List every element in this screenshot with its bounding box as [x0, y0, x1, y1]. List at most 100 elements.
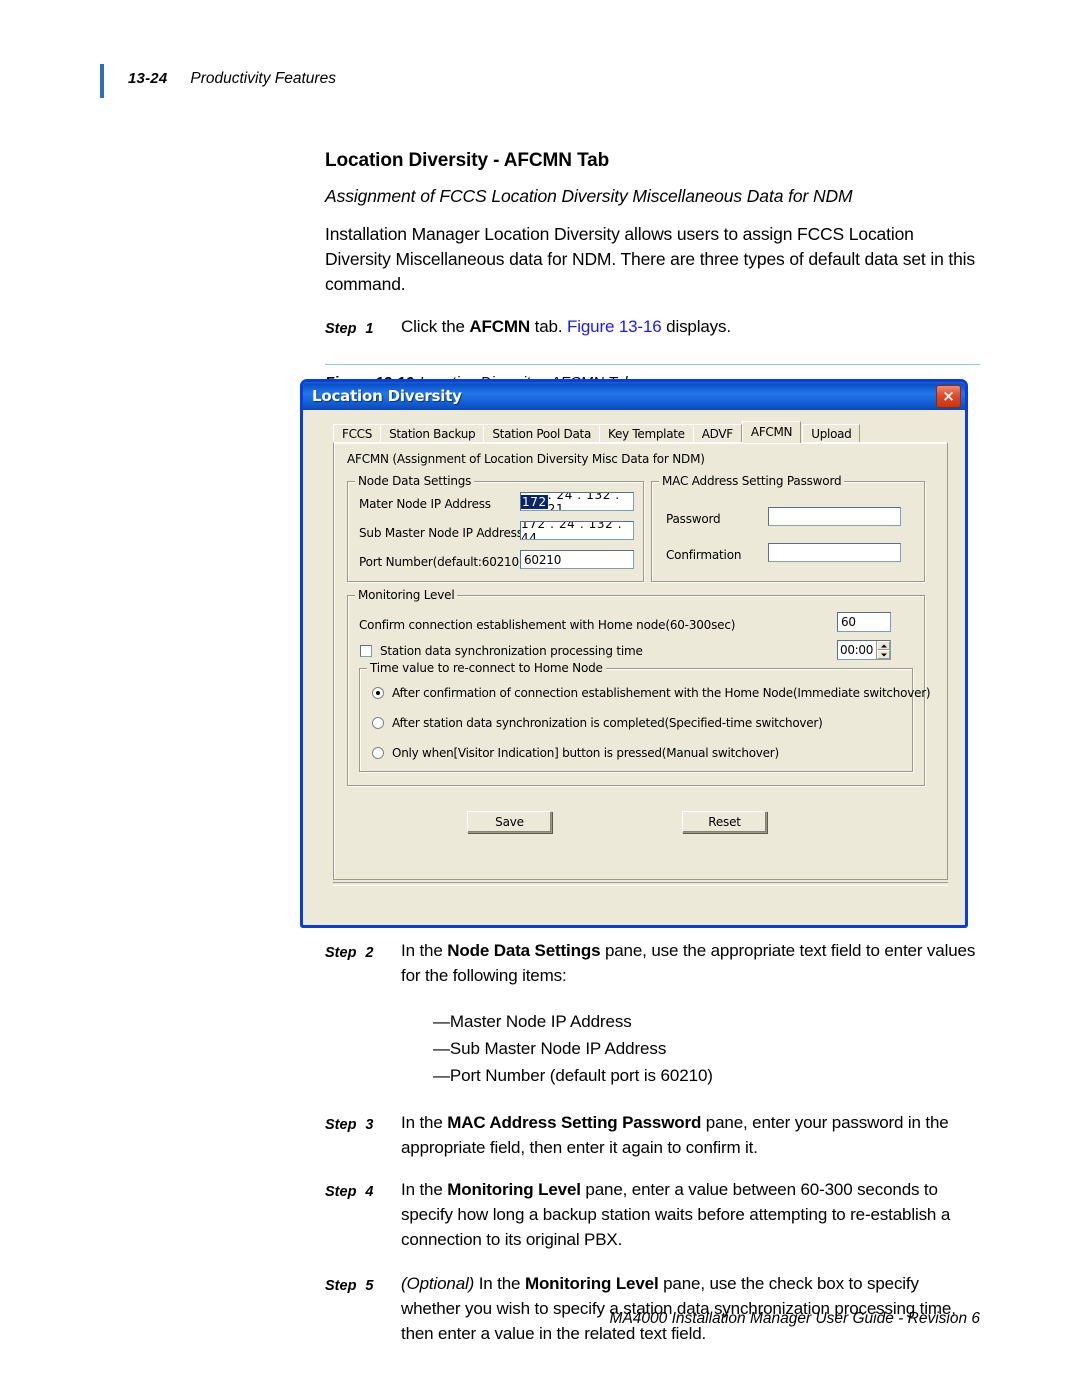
dialog-titlebar[interactable]: Location Diversity ×	[303, 382, 965, 410]
sub-master-node-ip-label: Sub Master Node IP Address	[359, 526, 523, 540]
port-number-label: Port Number(default:60210)	[359, 555, 524, 569]
spinner-up-icon[interactable]	[877, 641, 890, 650]
step-5-bold-term: Monitoring Level	[524, 1274, 659, 1293]
page-number: 13-24	[128, 70, 168, 87]
step-4: Step 4 In the Monitoring Level pane, ente…	[325, 1177, 980, 1252]
dialog-title: Location Diversity	[312, 387, 462, 405]
dialog-client-area: FCCS Station Backup Station Pool Data Ke…	[306, 410, 962, 922]
step-4-number: 4	[365, 1184, 374, 1200]
step-4-text: In the Monitoring Level pane, enter a va…	[401, 1177, 980, 1252]
step-3-text-before: In the	[401, 1113, 448, 1132]
step-1-label: Step 1	[325, 314, 401, 342]
radio-specified-time-switchover[interactable]	[372, 717, 384, 729]
step-5-text-before: In the	[474, 1274, 525, 1293]
list-item: —Port Number (default port is 60210)	[433, 1066, 713, 1085]
station-sync-checkbox[interactable]	[360, 645, 372, 657]
step-3-number: 3	[365, 1117, 374, 1133]
save-button[interactable]: Save	[467, 811, 552, 833]
tabstrip-end-separator	[859, 427, 861, 443]
step-4-text-before: In the	[401, 1180, 448, 1199]
step-3-label: Step 3	[325, 1110, 401, 1160]
step-1-text-after: displays.	[661, 317, 731, 336]
master-node-ip-input[interactable]: 172 . 24 . 132 . 21	[520, 492, 634, 511]
password-label: Password	[666, 512, 721, 526]
intro-paragraph: Installation Manager Location Diversity …	[325, 224, 975, 294]
step-5: Step 5 (Optional) In the Monitoring Level…	[325, 1271, 980, 1346]
steps-block: Step 2 In the Node Data Settings pane, us…	[325, 938, 980, 1346]
step-1-text: Click the AFCMN tab. Figure 13-16 displa…	[401, 314, 980, 342]
spinner-arrows[interactable]	[876, 641, 890, 659]
step-5-number: 5	[365, 1278, 374, 1294]
reset-button[interactable]: Reset	[682, 811, 767, 833]
radio-immediate-switchover-label: After confirmation of connection establi…	[392, 686, 931, 700]
figure-cross-reference-link[interactable]: Figure 13-16	[567, 317, 662, 336]
radio-immediate-switchover[interactable]	[372, 687, 384, 699]
step-2-text: In the Node Data Settings pane, use the …	[401, 938, 980, 1089]
step-5-optional-marker: (Optional)	[401, 1274, 475, 1293]
location-diversity-dialog: Location Diversity × FCCS Station Backup…	[300, 379, 968, 928]
master-node-ip-selected-octet: 172	[521, 494, 548, 509]
monitoring-level-group: Monitoring Level Confirm connection esta…	[347, 588, 931, 786]
list-item: —Sub Master Node IP Address	[433, 1039, 667, 1058]
afcmn-tab-panel: AFCMN (Assignment of Location Diversity …	[333, 442, 948, 880]
step-3-word: Step	[325, 1117, 357, 1133]
station-sync-label: Station data synchronization processing …	[380, 644, 643, 658]
spinner-down-icon[interactable]	[877, 650, 890, 659]
station-sync-time-value: 00:00	[840, 643, 874, 657]
step-5-text: (Optional) In the Monitoring Level pane,…	[401, 1271, 980, 1346]
step-2-label: Step 2	[325, 938, 401, 1089]
tab-key-template[interactable]: Key Template	[599, 424, 694, 443]
step-2-bullet-list: —Master Node IP Address —Sub Master Node…	[401, 1008, 980, 1089]
step-1-text-before: Click the	[401, 317, 470, 336]
step-5-label: Step 5	[325, 1271, 401, 1346]
station-sync-time-spinner[interactable]: 00:00	[837, 640, 891, 660]
step-2-bold-term: Node Data Settings	[447, 941, 601, 960]
tab-station-pool-data[interactable]: Station Pool Data	[483, 424, 601, 443]
master-node-ip-label: Mater Node IP Address	[359, 497, 491, 511]
header-accent-rule	[100, 64, 104, 98]
step-4-label: Step 4	[325, 1177, 401, 1252]
step-4-word: Step	[325, 1184, 357, 1200]
master-node-ip-remainder: . 24 . 132 . 21	[547, 492, 620, 511]
confirmation-input[interactable]	[768, 543, 901, 562]
radio-specified-time-switchover-label: After station data synchronization is co…	[392, 716, 823, 730]
section-subtitle: Assignment of FCCS Location Diversity Mi…	[325, 186, 853, 206]
tab-station-backup[interactable]: Station Backup	[380, 424, 485, 443]
figure-divider-rule	[325, 364, 980, 365]
step-1: Step 1 Click the AFCMN tab. Figure 13-16 …	[325, 314, 980, 342]
step-3-text: In the MAC Address Setting Password pane…	[401, 1110, 980, 1160]
radio-manual-switchover-label: Only when[Visitor Indication] button is …	[392, 746, 779, 760]
step-1-word: Step	[325, 321, 357, 337]
step-2-number: 2	[365, 945, 374, 961]
node-data-settings-legend: Node Data Settings	[355, 474, 475, 488]
list-item: —Master Node IP Address	[433, 1012, 632, 1031]
tab-advf[interactable]: ADVF	[692, 424, 742, 443]
step-5-word: Step	[325, 1278, 357, 1294]
close-icon[interactable]: ×	[936, 385, 961, 408]
step-2: Step 2 In the Node Data Settings pane, us…	[325, 938, 980, 1089]
port-number-input[interactable]: 60210	[520, 550, 634, 569]
step-1-number: 1	[365, 321, 374, 337]
step-3: Step 3 In the MAC Address Setting Passwor…	[325, 1110, 980, 1160]
confirm-connection-label: Confirm connection establishement with H…	[359, 618, 736, 632]
chapter-title: Productivity Features	[190, 70, 336, 87]
tab-upload[interactable]: Upload	[802, 424, 861, 443]
radio-manual-switchover[interactable]	[372, 747, 384, 759]
step-2-text-before: In the	[401, 941, 448, 960]
password-input[interactable]	[768, 507, 901, 526]
sub-master-node-ip-input[interactable]: 172 . 24 . 132 . 44	[520, 521, 634, 540]
step-1-bold-term: AFCMN	[469, 317, 531, 336]
confirm-connection-seconds-input[interactable]: 60	[837, 612, 891, 632]
page-title: Location Diversity - AFCMN Tab	[325, 150, 610, 171]
node-data-settings-group: Node Data Settings Mater Node IP Address…	[347, 474, 644, 582]
confirmation-label: Confirmation	[666, 548, 742, 562]
dialog-status-divider	[333, 882, 948, 886]
section-intro-block: Location Diversity - AFCMN Tab Assignmen…	[325, 150, 980, 391]
reconnect-time-group: Time value to re-connect to Home Node Af…	[359, 661, 931, 772]
tab-fccs[interactable]: FCCS	[333, 424, 382, 443]
tab-afcmn[interactable]: AFCMN	[741, 421, 802, 443]
step-1-text-mid: tab.	[530, 317, 567, 336]
step-2-word: Step	[325, 945, 357, 961]
monitoring-level-legend: Monitoring Level	[355, 588, 458, 602]
afcmn-pane-heading: AFCMN (Assignment of Location Diversity …	[347, 452, 705, 466]
